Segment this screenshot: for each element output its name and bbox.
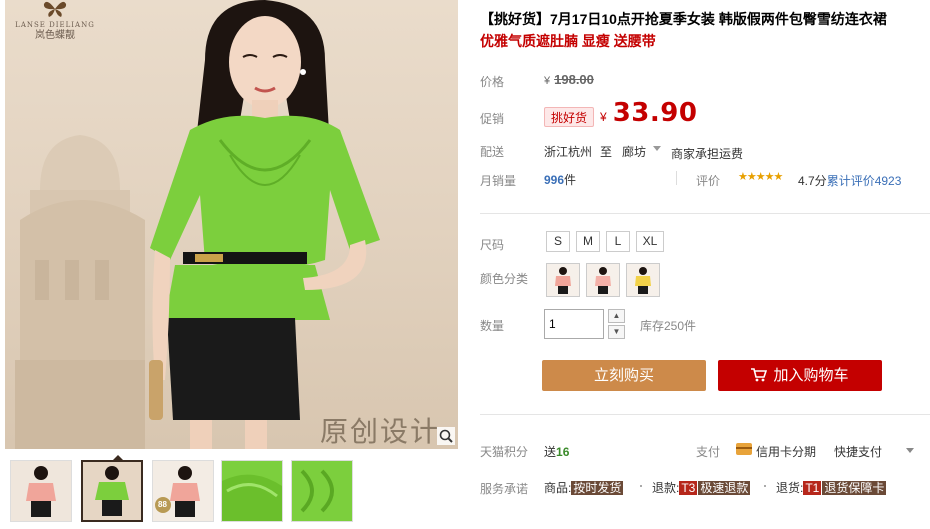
shipping-to-word: 至 — [600, 145, 613, 159]
review-link-text[interactable]: 累计评价 — [827, 174, 875, 188]
thumbnail-5-image — [292, 461, 352, 521]
brand-name-en: LANSE DIELIANG — [15, 21, 95, 29]
quantity-input[interactable] — [544, 309, 604, 339]
color-option-3[interactable] — [626, 263, 660, 297]
butterfly-logo-icon — [43, 1, 67, 17]
service-tier-badge: T1 — [803, 481, 822, 495]
tmall-points-value: 送16 — [544, 443, 569, 460]
image-watermark: 原创设计 — [319, 415, 440, 448]
monthly-sales-label: 月销量 — [480, 174, 517, 188]
rating-label: 评价 — [696, 174, 721, 188]
shopping-cart-icon — [751, 367, 768, 381]
credit-installment-option[interactable]: 信用卡分期 — [756, 443, 816, 460]
payment-label: 支付 — [696, 445, 721, 459]
size-label: 尺码 — [480, 238, 505, 252]
color-option-3-image — [627, 264, 659, 296]
size-option-l[interactable]: L — [606, 231, 630, 252]
background-building-illustration — [15, 135, 145, 449]
service-prefix: 商品: — [544, 481, 572, 495]
divider — [676, 171, 677, 185]
price-label: 价格 — [480, 75, 505, 89]
color-option-1[interactable] — [546, 263, 580, 297]
model-figure-illustration — [149, 0, 380, 449]
review-count[interactable]: 4923 — [875, 174, 902, 188]
zoom-magnifier-icon[interactable] — [437, 427, 455, 445]
service-label: 服务承诺 — [480, 482, 529, 496]
service-prefix: 退款: — [652, 481, 680, 495]
chevron-down-icon[interactable] — [653, 146, 661, 151]
promo-label: 促销 — [480, 112, 505, 126]
thumbnail-5[interactable] — [291, 460, 353, 522]
service-tag: 退货保障卡 — [822, 481, 887, 495]
shipping-destination-select[interactable]: 廊坊 — [622, 143, 646, 160]
thumbnail-1[interactable] — [10, 460, 72, 522]
monthly-sales-count: 996 — [544, 173, 565, 187]
currency-symbol: ¥ — [544, 75, 551, 87]
points-send-word: 送 — [544, 445, 557, 459]
add-to-cart-label: 加入购物车 — [773, 367, 849, 384]
chevron-down-icon[interactable] — [906, 448, 914, 453]
buy-now-button[interactable]: 立刻购买 — [542, 360, 706, 391]
promo-price-value: 33.90 — [612, 98, 698, 128]
service-tier-badge: T3 — [679, 481, 698, 495]
promo-currency-symbol: ¥ — [600, 110, 607, 124]
promo-price: ¥33.90 — [600, 98, 697, 128]
shipping-label: 配送 — [480, 145, 505, 159]
divider — [480, 414, 930, 415]
separator-dot — [640, 485, 642, 487]
separator-dot — [764, 485, 766, 487]
monthly-sales-unit: 件 — [564, 173, 577, 187]
color-option-2-image — [587, 264, 619, 296]
rating-stars-icon: ★★★★★ — [738, 171, 783, 183]
service-item-return[interactable]: 退货: T1 退货保障卡 — [776, 479, 887, 496]
main-product-image[interactable]: LANSE DIELIANG 岚色蝶靓 原创设计 — [5, 0, 458, 449]
quick-pay-option[interactable]: 快捷支付 — [834, 443, 882, 460]
original-price: ¥198.00 — [544, 72, 594, 87]
service-tag: 按时发货 — [571, 481, 624, 495]
size-option-xl[interactable]: XL — [636, 231, 664, 252]
product-title: 【挑好货】7月17日10点开抢夏季女装 韩版假两件包臀雪纺连衣裙 — [480, 11, 887, 27]
size-option-m[interactable]: M — [576, 231, 600, 252]
quantity-increment-icon[interactable]: ▲ — [608, 309, 625, 323]
product-subtitle: 优雅气质遮肚腩 显瘦 送腰带 — [480, 33, 656, 49]
brand-name-cn: 岚色蝶靓 — [35, 30, 75, 41]
service-item-refund[interactable]: 退款: T3 极速退款 — [652, 479, 751, 496]
thumbnail-1-image — [11, 461, 71, 521]
service-prefix: 退货: — [776, 481, 804, 495]
thumbnail-strip: 88 — [8, 455, 458, 525]
add-to-cart-button[interactable]: 加入购物车 — [718, 360, 882, 391]
service-tag: 极速退款 — [698, 481, 751, 495]
rating-summary[interactable]: 4.7分累计评价4923 — [798, 172, 901, 189]
promo-badge: 挑好货 — [544, 107, 595, 127]
color-option-1-image — [547, 264, 579, 296]
thumbnail-4[interactable] — [221, 460, 283, 522]
thumbnail-2-image — [83, 462, 141, 520]
size-option-s[interactable]: S — [546, 231, 570, 252]
monthly-sales-value: 996件 — [544, 171, 576, 188]
thumbnail-4-image — [222, 461, 282, 521]
color-label: 颜色分类 — [480, 272, 529, 286]
points-amount: 16 — [556, 445, 570, 459]
tmall-points-label: 天猫积分 — [480, 445, 529, 459]
thumbnail-2[interactable] — [81, 460, 143, 522]
shipping-fee: 商家承担运费 — [671, 147, 744, 161]
thumbnail-3-image — [153, 461, 213, 521]
quantity-label: 数量 — [480, 319, 505, 333]
stock-count: 库存250件 — [640, 319, 697, 333]
rating-score: 4.7分 — [798, 174, 827, 188]
thumbnail-3[interactable]: 88 — [152, 460, 214, 522]
brand-logo: LANSE DIELIANG 岚色蝶靓 — [15, 0, 95, 46]
credit-card-icon — [736, 443, 752, 455]
shipping-origin: 浙江杭州 — [544, 145, 593, 159]
service-item-shipping[interactable]: 商品: 按时发货 — [544, 479, 624, 496]
original-price-value: 198.00 — [554, 72, 594, 87]
quantity-decrement-icon[interactable]: ▼ — [608, 325, 625, 339]
thumbnail-badge: 88 — [158, 500, 167, 509]
divider — [480, 213, 930, 214]
color-option-2[interactable] — [586, 263, 620, 297]
